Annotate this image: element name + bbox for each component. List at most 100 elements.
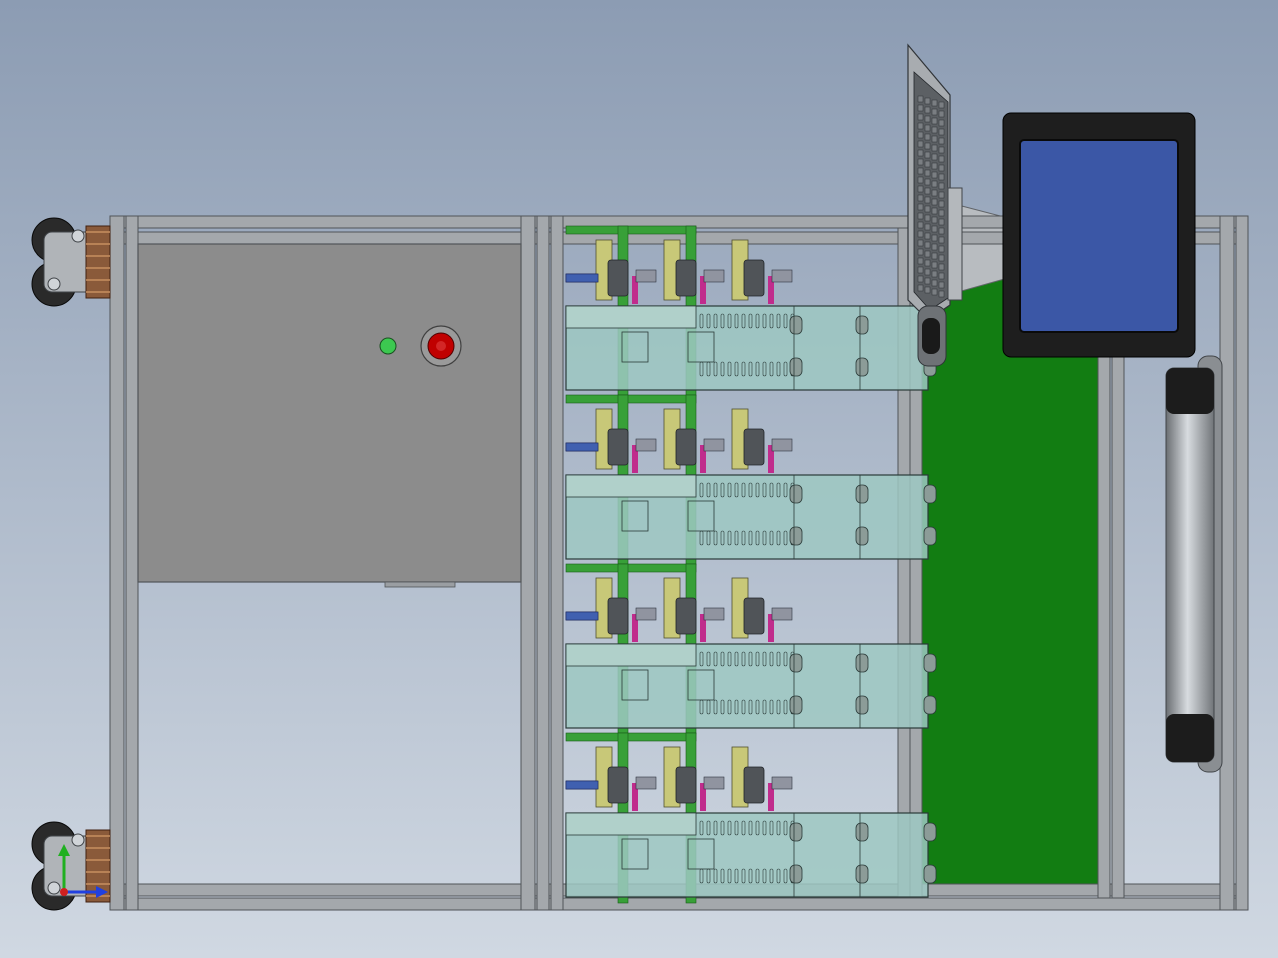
probe-motor: [743, 259, 765, 297]
keyboard-key: [938, 137, 945, 145]
probe-tip: [771, 607, 793, 621]
keyboard-key: [924, 97, 931, 105]
probe-tip: [635, 607, 657, 621]
module-lid: [565, 474, 697, 498]
caster-wheel-icon: [31, 217, 111, 307]
probe-tip: [703, 776, 725, 790]
power-indicator-lamp[interactable]: [379, 337, 397, 355]
keyboard-key: [931, 99, 938, 107]
keyboard-key: [924, 178, 931, 186]
keyboard-key: [924, 223, 931, 231]
keyboard-key: [931, 279, 938, 287]
probe-tip: [771, 776, 793, 790]
keyboard-key: [924, 205, 931, 213]
keyboard-key: [938, 101, 945, 109]
keyboard-key: [931, 225, 938, 233]
probe-motor: [607, 428, 629, 466]
keyboard-key: [924, 151, 931, 159]
probe-motor: [607, 766, 629, 804]
probe-rod: [565, 273, 599, 283]
pcb-strip: [565, 563, 697, 573]
keyboard-key: [938, 272, 945, 280]
keyboard-key: [938, 281, 945, 289]
module-connector: [855, 653, 869, 673]
pcb-strip: [565, 394, 697, 404]
module-lid: [565, 305, 697, 329]
keyboard-key: [917, 122, 924, 130]
probe-tip: [771, 269, 793, 283]
keyboard-key: [931, 288, 938, 296]
keyboard-key: [924, 115, 931, 123]
keyboard-key: [938, 119, 945, 127]
keyboard-key: [931, 117, 938, 125]
module-connector: [789, 357, 803, 377]
module-connector: [855, 822, 869, 842]
probe-motor: [675, 259, 697, 297]
keyboard-key: [917, 95, 924, 103]
keyboard-key: [924, 277, 931, 285]
keyboard-key: [917, 248, 924, 256]
keyboard-key: [917, 104, 924, 112]
keyboard-key: [938, 191, 945, 199]
keyboard-key: [917, 221, 924, 229]
keyboard-key: [938, 128, 945, 136]
probe-tip: [703, 607, 725, 621]
keyboard-key: [924, 124, 931, 132]
keyboard-key: [938, 200, 945, 208]
keyboard-key: [917, 230, 924, 238]
probe-tip: [703, 438, 725, 452]
keyboard-key: [917, 284, 924, 292]
keyboard-key: [931, 144, 938, 152]
keyboard-key: [931, 270, 938, 278]
probe-tip: [703, 269, 725, 283]
keyboard-key: [917, 131, 924, 139]
module-connector: [789, 315, 803, 335]
probe-tip: [771, 438, 793, 452]
module-lid: [565, 643, 697, 667]
keyboard-key: [931, 153, 938, 161]
keyboard-key: [924, 286, 931, 294]
probe-rod: [565, 780, 599, 790]
module-connector: [789, 484, 803, 504]
probe-motor: [743, 428, 765, 466]
module-connector: [923, 526, 937, 546]
cad-viewport[interactable]: [0, 0, 1278, 958]
keyboard-key: [924, 133, 931, 141]
keyboard-key: [931, 216, 938, 224]
keyboard-key: [917, 239, 924, 247]
probe-motor: [675, 597, 697, 635]
module-connector: [923, 864, 937, 884]
keyboard-key: [938, 245, 945, 253]
keyboard-key: [931, 234, 938, 242]
keyboard-key: [917, 212, 924, 220]
keyboard-key: [924, 232, 931, 240]
probe-motor: [607, 597, 629, 635]
keyboard-key: [924, 268, 931, 276]
keyboard-key: [938, 155, 945, 163]
pcb-strip: [565, 732, 697, 742]
keyboard-key: [924, 106, 931, 114]
keyboard-key: [917, 185, 924, 193]
keyboard-key: [938, 254, 945, 262]
module-connector: [923, 653, 937, 673]
module-lid: [565, 812, 697, 836]
control-panel: [137, 243, 522, 583]
monitor-screen[interactable]: [1019, 139, 1179, 333]
module-connector: [923, 695, 937, 715]
keyboard-key: [938, 218, 945, 226]
module-connector: [855, 484, 869, 504]
keyboard-key: [917, 158, 924, 166]
keyboard-key: [931, 207, 938, 215]
keyboard-key: [924, 196, 931, 204]
keyboard-key: [924, 187, 931, 195]
panel-latch: [384, 581, 456, 588]
keyboard-key: [917, 176, 924, 184]
module-connector: [789, 864, 803, 884]
keyboard-key: [917, 113, 924, 121]
keyboard-key: [931, 189, 938, 197]
keyboard-key: [917, 140, 924, 148]
probe-motor: [743, 766, 765, 804]
keyboard-key: [938, 146, 945, 154]
keyboard-key: [917, 257, 924, 265]
keyboard-key: [924, 214, 931, 222]
